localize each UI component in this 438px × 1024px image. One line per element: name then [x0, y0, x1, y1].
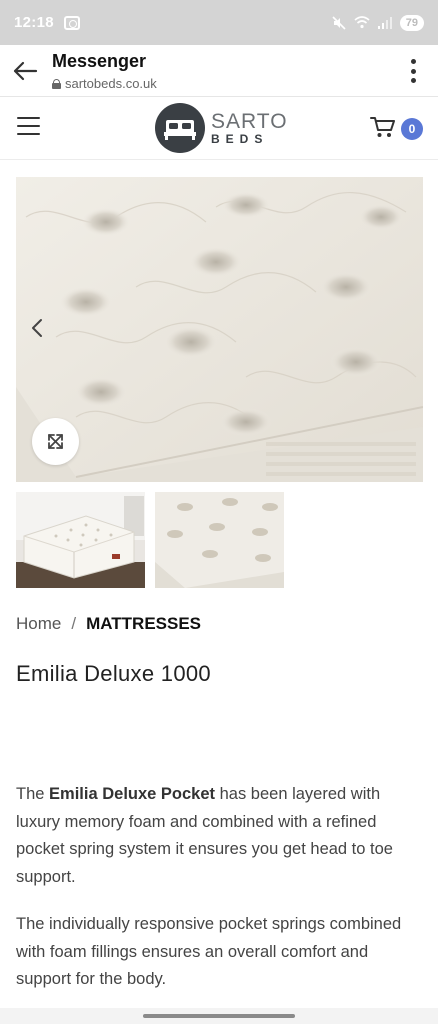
- product-thumbnail[interactable]: [16, 492, 145, 588]
- cart-icon[interactable]: [370, 115, 396, 139]
- status-bar: 12:18 79: [0, 0, 438, 45]
- url-text: sartobeds.co.uk: [65, 76, 157, 91]
- product-description-paragraph: The individually responsive pocket sprin…: [16, 915, 402, 988]
- breadcrumb-home-link[interactable]: Home: [16, 614, 61, 634]
- screen-record-icon: [63, 15, 80, 30]
- app-title: Messenger: [52, 51, 147, 71]
- status-icons: 79: [332, 14, 424, 31]
- more-vertical-icon[interactable]: [410, 59, 416, 83]
- hamburger-menu-icon[interactable]: [17, 117, 40, 135]
- desc-product-name: Emilia Deluxe Pocket: [49, 785, 216, 803]
- arrow-left-icon[interactable]: [12, 59, 38, 83]
- chevron-left-icon[interactable]: [30, 318, 44, 338]
- breadcrumb-current[interactable]: MATTRESSES: [86, 614, 201, 634]
- logo-bed-icon: [155, 103, 205, 153]
- site-logo[interactable]: SARTO BEDS: [155, 103, 288, 153]
- logo-wordmark-bottom: BEDS: [211, 132, 269, 146]
- logo-wordmark-top: SARTO: [211, 110, 288, 133]
- product-title: Emilia Deluxe 1000: [16, 661, 211, 686]
- desc-lead-text: The: [16, 785, 50, 803]
- signal-icon: [377, 16, 392, 29]
- expand-icon[interactable]: [32, 418, 79, 465]
- browser-app-bar: Messenger sartobeds.co.uk: [0, 45, 438, 97]
- site-header: SARTO BEDS: [0, 97, 438, 160]
- cart-count-badge[interactable]: 0: [401, 118, 423, 140]
- lock-icon: [52, 78, 61, 89]
- breadcrumb-separator: /: [71, 614, 77, 633]
- status-time: 12:18: [14, 14, 54, 31]
- product-description-paragraph: The Emilia Deluxe Pocket has been layere…: [16, 781, 422, 891]
- breadcrumb: Home / MATTRESSES: [16, 614, 201, 634]
- wifi-icon: [354, 16, 370, 29]
- battery-indicator: 79: [399, 14, 424, 31]
- mute-icon: [332, 15, 346, 30]
- product-thumbnail[interactable]: [155, 492, 284, 588]
- home-gesture-bar[interactable]: [143, 1014, 295, 1018]
- page-url: sartobeds.co.uk: [52, 76, 157, 91]
